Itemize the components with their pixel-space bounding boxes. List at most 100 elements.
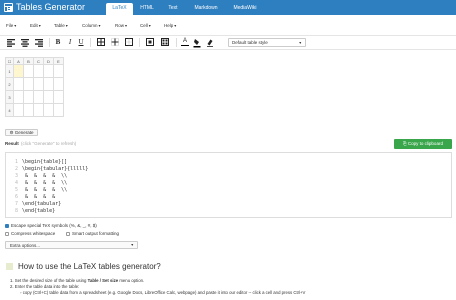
select-all-checkbox[interactable]: ☐ — [5, 57, 14, 65]
extra-options-label: Extra options... — [10, 243, 41, 248]
menu-edit[interactable]: Edit▾ — [30, 23, 41, 28]
tab-mediawiki[interactable]: MediaWiki — [228, 3, 262, 15]
table-cell[interactable] — [33, 64, 44, 78]
menu-edit-label: Edit — [30, 23, 38, 28]
escape-symbols-label: Escape special TeX symbols (%, &, _, #, … — [11, 223, 97, 228]
menu-column-label: Column — [82, 23, 98, 28]
tab-text[interactable]: Text — [163, 3, 183, 15]
menu-row-label: Row — [115, 23, 125, 28]
row-header[interactable]: 1 — [5, 64, 14, 78]
caret-down-icon: ▾ — [125, 23, 128, 28]
bold-icon[interactable]: B — [54, 37, 62, 48]
align-left-icon[interactable] — [6, 37, 16, 48]
latex-code-output[interactable]: 1 \begin{table}[] 2 \begin{tabular}{lllll}… — [5, 152, 452, 218]
tab-html[interactable]: HTML — [136, 3, 158, 15]
column-header[interactable]: A — [13, 57, 24, 65]
result-label: Result — [5, 141, 19, 146]
compress-whitespace-label: Compress whitespace — [11, 231, 56, 236]
menu-file[interactable]: File▾ — [6, 23, 16, 28]
row-header[interactable]: 2 — [5, 77, 14, 91]
copy-to-clipboard-button[interactable]: ⎘ Copy to clipboard — [394, 139, 452, 149]
align-right-icon[interactable] — [34, 37, 44, 48]
column-header[interactable]: D — [43, 57, 54, 65]
table-cell[interactable] — [33, 77, 44, 91]
instruction-step-1: 1. Set the desired size of the table usi… — [10, 278, 144, 283]
table-cell[interactable] — [23, 90, 34, 104]
outer-borders-icon[interactable] — [124, 37, 134, 48]
table-cell[interactable] — [43, 77, 54, 91]
toolbar-divider — [49, 38, 50, 47]
caret-down-icon: ▾ — [148, 23, 151, 28]
caret-down-icon: ▼ — [130, 243, 134, 247]
table-cell[interactable] — [43, 103, 54, 117]
table-cell[interactable] — [23, 77, 34, 91]
smart-formatting-option[interactable]: Smart output formatting — [66, 231, 119, 237]
table-cell[interactable] — [43, 64, 54, 78]
tab-markdown[interactable]: Markdown — [189, 3, 223, 15]
menu-bar: File▾ Edit▾ Table▾ Column▾ Row▾ Cell▾ He… — [0, 15, 456, 36]
table-cell[interactable] — [13, 103, 24, 117]
table-cell[interactable] — [23, 64, 34, 78]
howto-heading: How to use the LaTeX tables generator? — [18, 262, 161, 271]
caret-down-icon: ▾ — [98, 23, 101, 28]
table-cell[interactable] — [43, 90, 54, 104]
column-header[interactable]: C — [33, 57, 44, 65]
step-text: 1. Set the desired size of the table usi… — [10, 278, 88, 283]
section-marker — [6, 263, 13, 270]
table-style-select[interactable]: Default table style ▼ — [228, 38, 306, 47]
menu-help-label: Help — [164, 23, 174, 28]
merge-cells-icon[interactable] — [145, 37, 155, 48]
menu-cell[interactable]: Cell▾ — [140, 23, 151, 28]
logo-text[interactable]: Tables Generator — [16, 2, 85, 12]
row-header[interactable]: 4 — [5, 103, 14, 117]
extra-options-dropdown[interactable]: Extra options... ▼ — [5, 241, 138, 249]
menu-column[interactable]: Column▾ — [82, 23, 101, 28]
generate-button[interactable]: ⚙ Generate — [5, 129, 38, 136]
checkbox-unchecked[interactable] — [5, 231, 9, 236]
caret-down-icon: ▾ — [174, 23, 177, 28]
table-cell[interactable] — [53, 103, 64, 117]
all-borders-icon[interactable] — [96, 37, 106, 48]
menu-table[interactable]: Table▾ — [54, 23, 68, 28]
line-number: 1 — [14, 159, 18, 165]
column-header[interactable]: E — [53, 57, 64, 65]
line-number: 8 — [14, 208, 18, 214]
row-header[interactable]: 3 — [5, 90, 14, 104]
smart-formatting-label: Smart output formatting — [72, 231, 120, 236]
text-color-icon[interactable]: A — [181, 37, 189, 46]
checkbox-unchecked[interactable] — [66, 231, 70, 236]
caret-down-icon: ▾ — [65, 23, 68, 28]
code-text: & & & & — [22, 194, 56, 200]
table-cell[interactable] — [53, 90, 64, 104]
menu-file-label: File — [6, 23, 14, 28]
line-number: 3 — [14, 173, 18, 179]
inner-borders-icon[interactable] — [110, 37, 120, 48]
code-text: \begin{tabular}{lllll} — [22, 166, 89, 172]
table-cell[interactable] — [23, 103, 34, 117]
underline-icon[interactable]: U — [77, 37, 85, 48]
table-cell[interactable] — [13, 77, 24, 91]
escape-symbols-option[interactable]: Escape special TeX symbols (%, &, _, #, … — [5, 223, 97, 229]
table-style-value: Default table style — [232, 40, 268, 45]
table-cell[interactable] — [53, 64, 64, 78]
table-cell[interactable] — [33, 90, 44, 104]
line-number: 4 — [14, 180, 18, 186]
split-cells-icon[interactable] — [160, 37, 170, 48]
column-header[interactable]: B — [23, 57, 34, 65]
menu-help[interactable]: Help▾ — [164, 23, 176, 28]
checkbox-checked[interactable] — [5, 223, 9, 228]
table-cell[interactable] — [33, 103, 44, 117]
clear-formatting-icon[interactable] — [206, 37, 214, 48]
align-center-icon[interactable] — [20, 37, 30, 48]
table-cell[interactable] — [53, 77, 64, 91]
compress-whitespace-option[interactable]: Compress whitespace — [5, 231, 55, 237]
menu-row[interactable]: Row▾ — [115, 23, 127, 28]
italic-icon[interactable]: I — [66, 37, 74, 48]
table-cell[interactable] — [13, 64, 24, 78]
fill-color-icon[interactable] — [193, 37, 201, 48]
tab-latex[interactable]: LaTeX — [106, 3, 133, 15]
logo-icon[interactable] — [4, 3, 13, 12]
clipboard-icon: ⎘ — [403, 141, 407, 146]
table-cell[interactable] — [13, 90, 24, 104]
code-text: & & & & \\ — [22, 180, 68, 186]
